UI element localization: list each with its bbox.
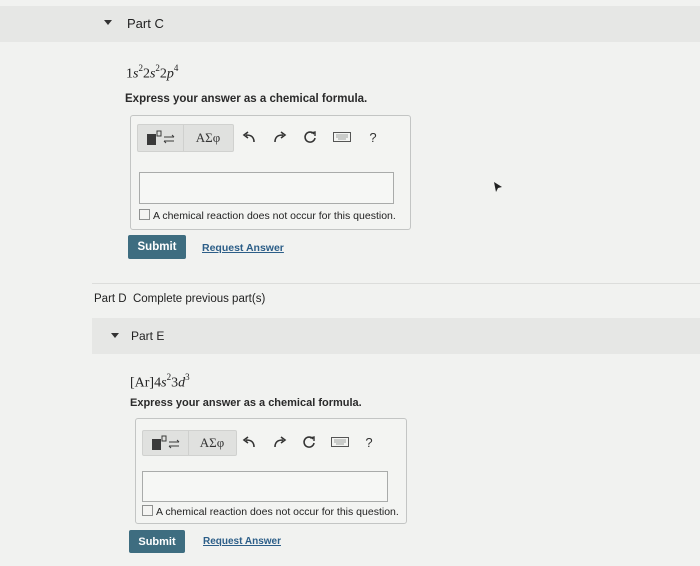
no-reaction-checkbox-row[interactable]: A chemical reaction does not occur for t…: [142, 505, 399, 518]
submit-button[interactable]: Submit: [128, 235, 186, 259]
math-toolbar: ΑΣφ: [142, 430, 237, 456]
part-e-title: Part E: [131, 329, 165, 343]
answer-input[interactable]: [139, 172, 394, 204]
formula-token: d: [178, 375, 186, 391]
formula-token: 2: [138, 63, 143, 73]
part-d-status: Complete previous part(s): [132, 293, 266, 305]
request-answer-link[interactable]: Request Answer: [202, 242, 284, 254]
part-e-answer-editor: ΑΣφ ? A chemical reaction does not occur…: [135, 418, 407, 524]
formula-token: 2: [155, 63, 160, 73]
part-d-row: Part D Complete previous part(s): [94, 293, 265, 305]
formula-token: [Ar]: [130, 375, 155, 391]
no-reaction-checkbox[interactable]: [139, 209, 150, 220]
undo-icon[interactable]: [240, 124, 258, 150]
help-icon[interactable]: ?: [362, 430, 376, 454]
no-reaction-label: A chemical reaction does not occur for t…: [153, 210, 396, 222]
reset-icon[interactable]: [301, 124, 319, 150]
no-reaction-checkbox[interactable]: [142, 505, 153, 516]
template-icon[interactable]: [149, 431, 183, 455]
chevron-down-icon[interactable]: [104, 20, 112, 25]
part-e-header[interactable]: [92, 318, 700, 354]
section-divider: [92, 283, 700, 284]
part-c-instruction: Express your answer as a chemical formul…: [125, 93, 368, 105]
no-reaction-checkbox-row[interactable]: A chemical reaction does not occur for t…: [139, 209, 396, 222]
toolbar-divider: [188, 431, 189, 455]
submit-button[interactable]: Submit: [129, 530, 185, 553]
no-reaction-label: A chemical reaction does not occur for t…: [156, 506, 399, 518]
part-c-title: Part C: [127, 16, 164, 31]
formula-token: p: [166, 66, 174, 82]
part-e-instruction: Express your answer as a chemical formul…: [130, 397, 362, 409]
formula-token: 2: [159, 66, 167, 82]
greek-letters-icon[interactable]: ΑΣφ: [190, 431, 234, 455]
redo-icon[interactable]: [271, 124, 289, 150]
answer-input[interactable]: [142, 471, 388, 502]
keyboard-icon[interactable]: [329, 430, 351, 454]
part-e-formula: [Ar]4s23d3: [130, 372, 190, 392]
help-icon[interactable]: ?: [366, 124, 380, 150]
math-toolbar: ΑΣφ: [137, 124, 234, 152]
reset-icon[interactable]: [300, 430, 318, 454]
part-c-formula: 1s22s22p4: [126, 63, 179, 83]
greek-letters-icon[interactable]: ΑΣφ: [185, 125, 231, 151]
formula-token: 2: [142, 66, 150, 82]
redo-icon[interactable]: [271, 430, 289, 454]
formula-token: 4: [173, 63, 179, 73]
request-answer-link[interactable]: Request Answer: [203, 536, 281, 547]
template-icon[interactable]: [144, 125, 178, 151]
formula-token: 2: [166, 372, 172, 382]
part-d-title: Part D: [94, 293, 127, 305]
formula-token: 3: [185, 372, 190, 382]
mouse-cursor-icon: [493, 180, 503, 198]
chevron-down-icon[interactable]: [111, 333, 119, 338]
formula-token: s: [161, 375, 167, 391]
toolbar-divider: [183, 125, 184, 151]
undo-icon[interactable]: [240, 430, 258, 454]
keyboard-icon[interactable]: [331, 124, 353, 150]
part-c-answer-editor: ΑΣφ ? A chemical reaction does not occur…: [130, 115, 411, 230]
formula-token: 1: [126, 66, 133, 82]
formula-token: 3: [171, 375, 179, 391]
